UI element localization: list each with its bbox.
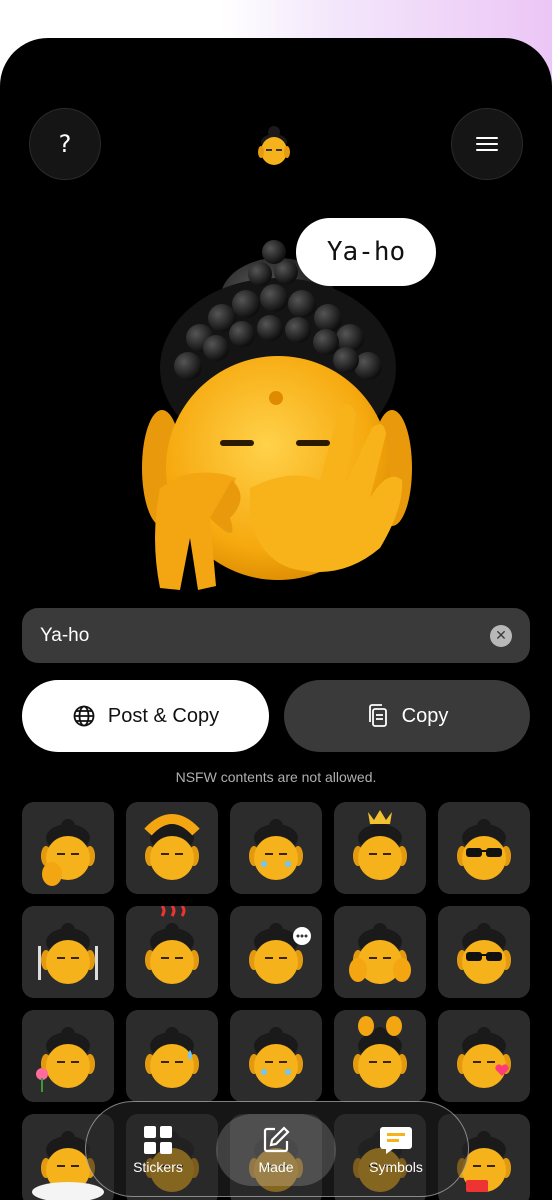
message-symbols-icon [380, 1127, 412, 1154]
sticker-kiss-heart-icon [457, 1027, 511, 1088]
globe-icon [73, 705, 95, 727]
sticker-pleading-icon [249, 819, 303, 880]
edit-square-icon [263, 1126, 290, 1153]
sticker-laughing-chat[interactable] [230, 906, 322, 998]
sticker-heart-hands-icon [144, 814, 200, 880]
tab-bar: Stickers Made Symbols [85, 1101, 469, 1197]
sticker-sunglasses-salute-icon [457, 819, 511, 880]
sticker-sweat[interactable] [126, 1010, 218, 1102]
clear-x-icon[interactable]: ✕ [490, 624, 512, 647]
sticker-heart-hands[interactable] [126, 802, 218, 894]
copy-documents-icon [368, 704, 387, 727]
nsfw-notice: NSFW contents are not allowed. [175, 769, 377, 785]
help-button[interactable]: ? [29, 108, 101, 180]
tab-made[interactable]: Made [216, 1114, 336, 1186]
menu-button[interactable] [451, 108, 523, 180]
tab-symbols-label: Symbols [369, 1159, 423, 1175]
sticker-fork-knife[interactable] [22, 906, 114, 998]
copy-label: Copy [401, 704, 449, 727]
caption-input-value[interactable]: Ya-ho [40, 625, 89, 647]
tab-symbols[interactable]: Symbols [336, 1114, 456, 1186]
sticker-hot-springs[interactable] [126, 906, 218, 998]
sticker-sweat-icon [145, 1027, 199, 1088]
tab-made-label: Made [258, 1159, 294, 1175]
sticker-crown-icon [353, 810, 407, 880]
sticker-pleading[interactable] [230, 802, 322, 894]
caption-input[interactable]: Ya-ho ✕ [22, 608, 530, 663]
sticker-laughing-chat-icon [249, 923, 311, 984]
sticker-hands-up-icon [353, 1016, 407, 1088]
grid-icon [144, 1126, 172, 1154]
sticker-fork-knife-icon [38, 923, 98, 984]
sticker-kiss-heart[interactable] [438, 1010, 530, 1102]
sticker-hand-sign-icon [41, 819, 95, 886]
sticker-sunglasses-salute[interactable] [438, 802, 530, 894]
copy-button[interactable]: Copy [284, 680, 530, 752]
speech-bubble: Ya-ho [296, 218, 436, 286]
hamburger-menu-icon [476, 137, 498, 151]
sticker-crying-icon [249, 1027, 303, 1088]
sticker-hot-springs-icon [145, 906, 199, 984]
post-and-copy-label: Post & Copy [107, 704, 220, 727]
post-and-copy-button[interactable]: Post & Copy [22, 680, 269, 752]
sticker-hands-cheeks[interactable] [334, 906, 426, 998]
sticker-cool-sunglasses-icon [457, 923, 511, 984]
sticker-cool-sunglasses[interactable] [438, 906, 530, 998]
sticker-flower[interactable] [22, 1010, 114, 1102]
sticker-editor-sheet: ? Ya-ho Ya-ho ✕ Post & Copy Copy NSFW co… [0, 38, 552, 1200]
tab-stickers[interactable]: Stickers [98, 1114, 218, 1186]
sticker-hands-up[interactable] [334, 1010, 426, 1102]
sticker-hands-cheeks-icon [349, 923, 411, 984]
sticker-crying[interactable] [230, 1010, 322, 1102]
tab-stickers-label: Stickers [133, 1159, 183, 1175]
sticker-flower-icon [36, 1027, 95, 1092]
sticker-crown[interactable] [334, 802, 426, 894]
buddha-avatar-icon [258, 126, 290, 165]
sticker-hand-sign[interactable] [22, 802, 114, 894]
question-mark-icon: ? [58, 130, 72, 158]
